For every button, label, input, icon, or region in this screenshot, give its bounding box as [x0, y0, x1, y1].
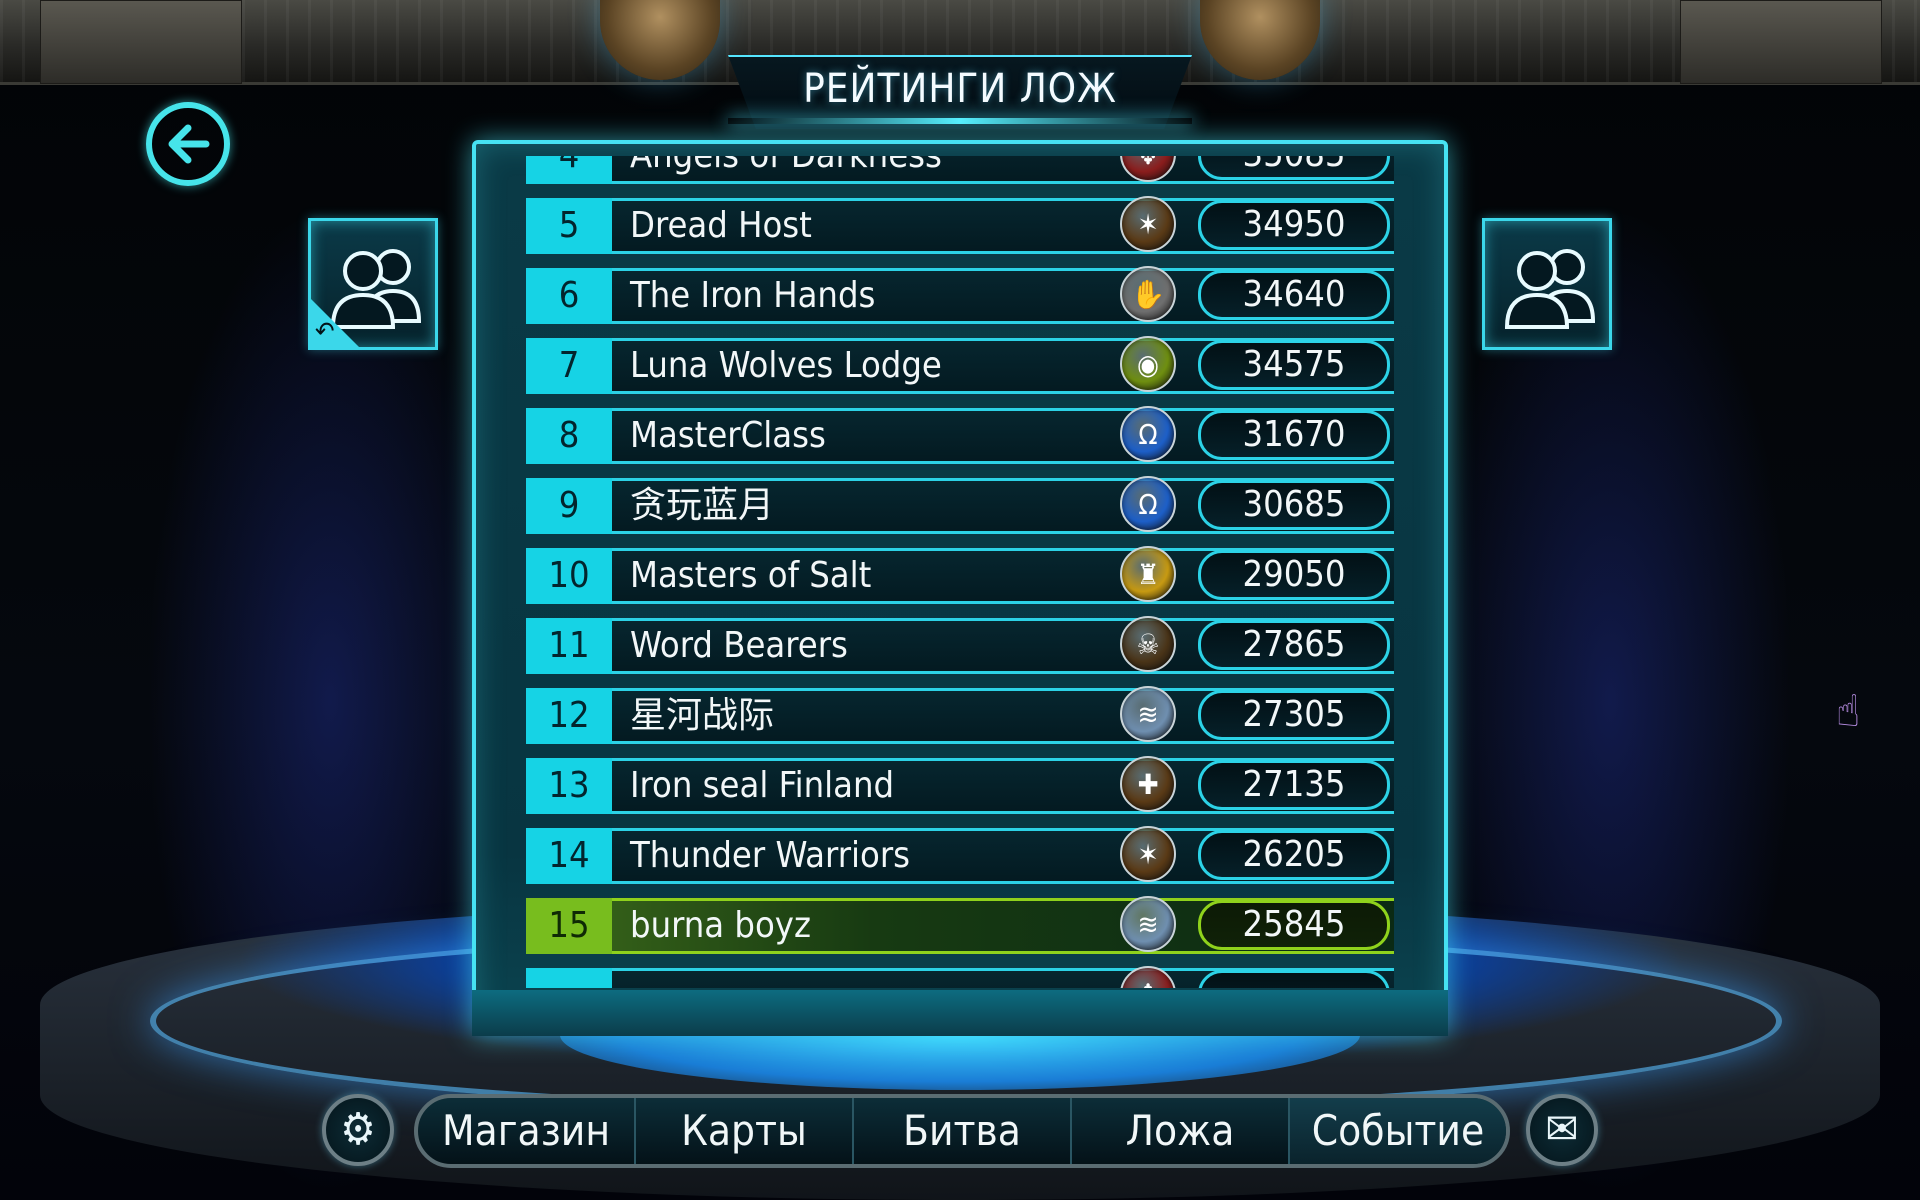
mail-button[interactable]: ✉ — [1526, 1094, 1598, 1166]
nav-event[interactable]: Событие — [1288, 1098, 1506, 1164]
table-row[interactable]: 8 MasterClass Ω 31670 — [526, 406, 1394, 464]
lodge-name: Dread Host — [630, 205, 812, 246]
rank-number: 6 — [526, 268, 612, 324]
lodge-score: 27305 — [1198, 690, 1390, 740]
nav-shop[interactable]: Магазин — [418, 1098, 634, 1164]
lodge-score: 27865 — [1198, 620, 1390, 670]
cross-icon: ✚ — [1120, 756, 1176, 812]
lodge-score: 31670 — [1198, 410, 1390, 460]
lodge-score: 34640 — [1198, 270, 1390, 320]
table-row[interactable]: 10 Masters of Salt ♜ 29050 — [526, 546, 1394, 604]
tab-lodges-left[interactable]: ↶ — [308, 218, 438, 350]
lodge-name: The Iron Hands — [630, 275, 876, 316]
machinery-plate — [1680, 0, 1882, 84]
rank-number: 8 — [526, 408, 612, 464]
lodge-name: Luna Wolves Lodge — [630, 345, 942, 386]
rank-number: 10 — [526, 548, 612, 604]
lodge-score: 35085 — [1198, 156, 1390, 180]
bottom-nav: Магазин Карты Битва Ложа Событие — [414, 1094, 1510, 1168]
page-title: РЕЙТИНГИ ЛОЖ — [803, 66, 1117, 112]
table-row[interactable]: 11 Word Bearers ☠ 27865 — [526, 616, 1394, 674]
nav-cards[interactable]: Карты — [634, 1098, 852, 1164]
omega-icon: Ω — [1120, 406, 1176, 462]
nav-battle[interactable]: Битва — [852, 1098, 1070, 1164]
ranking-list[interactable]: 4 Angels of Darkness ✥ 35085 5 Dread Host ✶ 349… — [526, 156, 1396, 988]
back-arrow-icon — [168, 124, 210, 164]
table-row[interactable]: 6 The Iron Hands ✋ 34640 — [526, 266, 1394, 324]
table-row[interactable]: ✥ — [526, 966, 1394, 988]
lodge-name: Thunder Warriors — [630, 835, 911, 876]
wave-icon: ≋ — [1120, 896, 1176, 952]
skull-icon: ☠ — [1120, 616, 1176, 672]
lodge-name: Masters of Salt — [630, 555, 872, 596]
table-row[interactable]: 5 Dread Host ✶ 34950 — [526, 196, 1394, 254]
fist-icon: ✋ — [1120, 266, 1176, 322]
rank-number: 9 — [526, 478, 612, 534]
lodge-name: 星河战际 — [630, 695, 775, 736]
nav-lodge[interactable]: Ложа — [1070, 1098, 1288, 1164]
rank-number — [526, 968, 612, 988]
lodge-name: MasterClass — [630, 415, 826, 456]
tower-icon: ♜ — [1120, 546, 1176, 602]
rank-number: 14 — [526, 828, 612, 884]
rank-number: 5 — [526, 198, 612, 254]
group-icon — [1504, 249, 1596, 329]
lodge-name: Angels of Darkness — [630, 156, 942, 184]
title-glow — [728, 118, 1192, 124]
omega-icon: Ω — [1120, 476, 1176, 532]
lodge-score: 29050 — [1198, 550, 1390, 600]
back-button[interactable] — [146, 102, 230, 186]
table-row[interactable]: 7 Luna Wolves Lodge ◉ 34575 — [526, 336, 1394, 394]
rank-number: 7 — [526, 338, 612, 394]
eagle-icon: ✶ — [1120, 826, 1176, 882]
rank-number: 15 — [526, 898, 612, 954]
lodge-name: 贪玩蓝月 — [630, 485, 775, 526]
table-row[interactable]: 14 Thunder Warriors ✶ 26205 — [526, 826, 1394, 884]
panel-footer — [472, 990, 1448, 1036]
lodge-score: 34575 — [1198, 340, 1390, 390]
lodge-score: 27135 — [1198, 760, 1390, 810]
lodge-name: Iron seal Finland — [630, 765, 895, 806]
gear-icon: ⚙ — [340, 1104, 376, 1155]
machinery-gear — [1200, 0, 1320, 80]
rank-number: 13 — [526, 758, 612, 814]
lodge-name: burna boyz — [630, 905, 811, 946]
lodge-score: 26205 — [1198, 830, 1390, 880]
mail-icon: ✉ — [1545, 1104, 1579, 1155]
tab-lodges-right[interactable] — [1482, 218, 1612, 350]
lodge-score: 30685 — [1198, 480, 1390, 530]
lodge-score: 34950 — [1198, 200, 1390, 250]
rank-number: 12 — [526, 688, 612, 744]
settings-button[interactable]: ⚙ — [322, 1094, 394, 1166]
table-row[interactable]: 15 burna boyz ≋ 25845 — [526, 896, 1394, 954]
table-row[interactable]: 9 贪玩蓝月 Ω 30685 — [526, 476, 1394, 534]
rank-number: 4 — [526, 156, 612, 184]
table-row[interactable]: 13 Iron seal Finland ✚ 27135 — [526, 756, 1394, 814]
wave-icon: ≋ — [1120, 686, 1176, 742]
rank-number: 11 — [526, 618, 612, 674]
eye-icon: ◉ — [1120, 336, 1176, 392]
machinery-plate — [40, 0, 242, 84]
swap-arrow-icon: ↶ — [315, 317, 335, 347]
hand-cursor-icon: ☝ — [1836, 686, 1861, 737]
table-row[interactable]: 4Angels of Darkness✥35085 — [526, 156, 1394, 184]
lodge-name: Word Bearers — [630, 625, 848, 666]
lodge-score: 25845 — [1198, 900, 1390, 950]
lodge-score — [1198, 970, 1390, 988]
eagle-icon: ✶ — [1120, 196, 1176, 252]
machinery-gear — [600, 0, 720, 80]
table-row[interactable]: 12 星河战际 ≋ 27305 — [526, 686, 1394, 744]
